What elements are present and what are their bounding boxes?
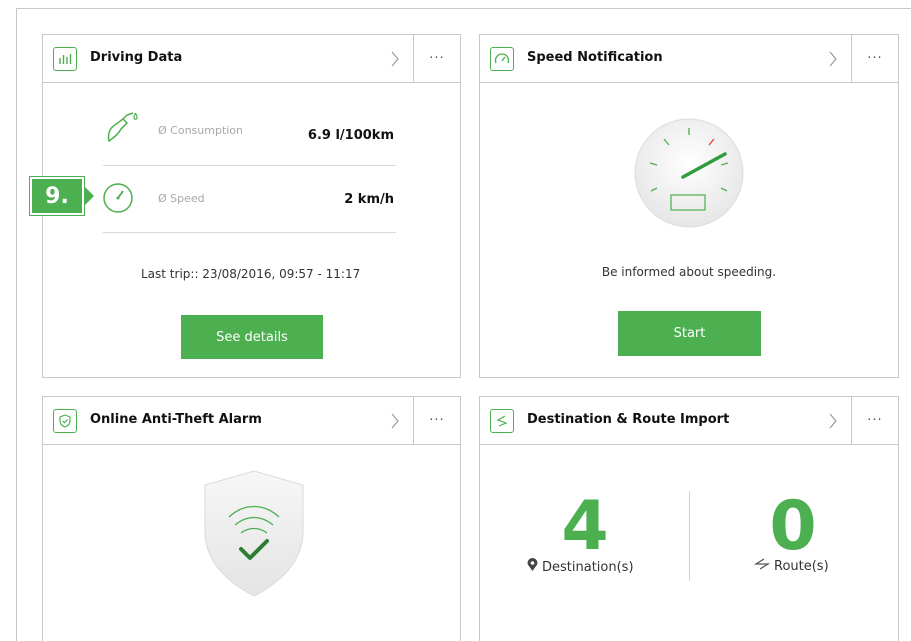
more-options-button[interactable]: ··· [851,35,898,82]
row-divider [103,232,396,233]
speeding-info-text: Be informed about speeding. [601,265,777,279]
card-title: Destination & Route Import [527,412,730,427]
more-dots-icon: ··· [867,51,883,66]
speed-gauge-icon [101,181,135,215]
speed-label: Ø Speed [158,192,205,205]
routes-count[interactable]: 0 [748,493,838,561]
chevron-right-icon[interactable] [825,410,841,432]
chevron-right-icon[interactable] [387,48,403,70]
more-dots-icon: ··· [429,51,445,66]
more-options-button[interactable]: ··· [413,397,460,444]
chevron-right-icon[interactable] [387,410,403,432]
anti-theft-header[interactable]: Online Anti-Theft Alarm ··· [43,397,460,445]
step-callout-badge: 9. [29,176,85,216]
start-button[interactable]: Start [618,311,761,356]
more-options-button[interactable]: ··· [413,35,460,82]
driving-data-header[interactable]: Driving Data ··· [43,35,460,83]
location-pin-icon [527,558,538,576]
speed-notification-card: Speed Notification ··· Be informed about… [479,34,899,378]
route-arrow-icon [753,558,771,574]
shield-icon [53,409,77,433]
route-import-card: Destination & Route Import ··· 4 Destina… [479,396,899,641]
card-title: Driving Data [90,50,183,65]
shield-check-illustration-icon [199,469,309,599]
anti-theft-card: Online Anti-Theft Alarm ··· [42,396,461,641]
routes-label: Route(s) [774,558,829,574]
speedometer-icon [490,47,514,71]
column-divider [689,491,690,581]
see-details-button[interactable]: See details [181,315,323,359]
more-dots-icon: ··· [429,413,445,428]
destinations-count[interactable]: 4 [540,493,630,561]
consumption-label: Ø Consumption [158,124,244,137]
last-trip-text: Last trip:: 23/08/2016, 09:57 - 11:17 [141,267,361,281]
row-divider [103,165,396,166]
route-import-header[interactable]: Destination & Route Import ··· [480,397,898,445]
card-title: Online Anti-Theft Alarm [90,412,262,427]
more-dots-icon: ··· [867,413,883,428]
consumption-value: 6.9 l/100km [307,128,394,143]
destinations-label: Destination(s) [542,559,634,575]
bar-chart-icon [53,47,77,71]
speed-notification-header[interactable]: Speed Notification ··· [480,35,898,83]
callout-arrow-icon [84,186,94,206]
more-options-button[interactable]: ··· [851,397,898,444]
speedometer-illustration-icon [633,117,745,229]
chevron-right-icon[interactable] [825,48,841,70]
card-title: Speed Notification [527,50,663,65]
destinations-link[interactable]: Destination(s) [527,558,634,576]
speed-value: 2 km/h [344,192,394,207]
fuel-pump-icon [103,109,139,145]
routes-link[interactable]: Route(s) [753,558,829,574]
driving-data-card: Driving Data ··· Ø Consumption 6.9 l/100… [42,34,461,378]
route-icon [490,409,514,433]
